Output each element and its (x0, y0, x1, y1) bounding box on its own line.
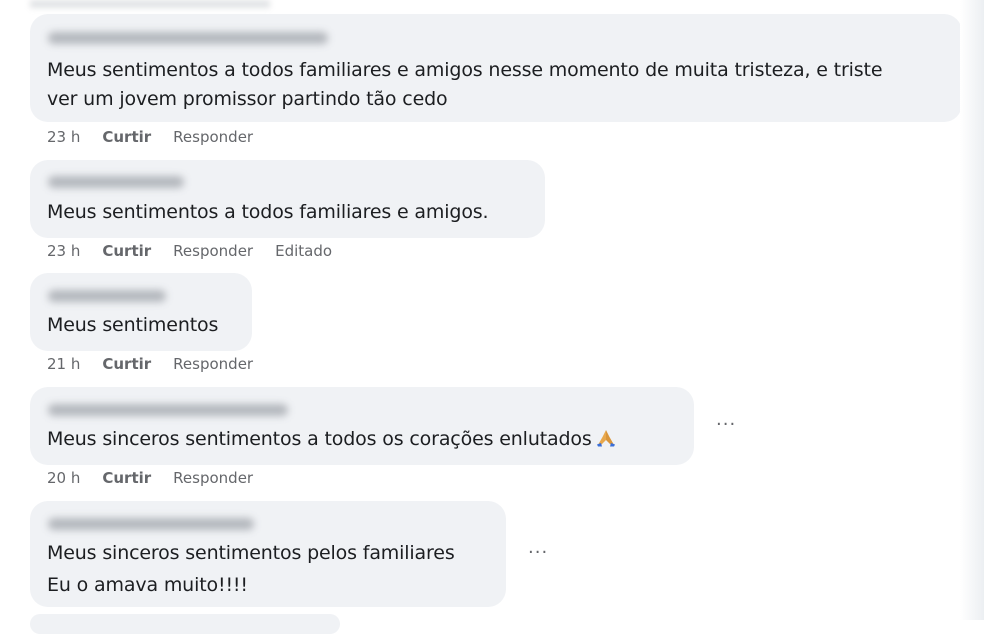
comment-text-line: ver um jovem promissor partindo tão cedo (47, 88, 448, 110)
comment-actions: 23 h Curtir Responder (47, 128, 275, 146)
comment-actions: 21 h Curtir Responder (47, 355, 275, 373)
comment-text-line: Eu o amava muito!!!! (47, 574, 248, 596)
reply-button[interactable]: Responder (173, 355, 253, 373)
like-button[interactable]: Curtir (102, 242, 151, 260)
like-button[interactable]: Curtir (102, 469, 151, 487)
comment-text-line: Meus sinceros sentimentos pelos familiar… (47, 542, 455, 564)
reply-button[interactable]: Responder (173, 242, 253, 260)
edited-label[interactable]: Editado (275, 242, 332, 260)
comment-actions: 20 h Curtir Responder (47, 469, 275, 487)
author-name-blurred[interactable] (48, 518, 254, 530)
more-options-icon[interactable]: ··· (528, 542, 548, 563)
author-name-blurred[interactable] (48, 176, 184, 188)
comment-text: Meus sinceros sentimentos a todos os cor… (47, 428, 592, 450)
comment-text-line: Meus sinceros sentimentos a todos os cor… (47, 425, 616, 453)
like-button[interactable]: Curtir (102, 355, 151, 373)
author-name-blurred[interactable] (48, 290, 166, 302)
timestamp[interactable]: 23 h (47, 128, 80, 146)
reply-button[interactable]: Responder (173, 128, 253, 146)
timestamp[interactable]: 23 h (47, 242, 80, 260)
more-options-icon[interactable]: ··· (716, 414, 736, 435)
reply-button[interactable]: Responder (173, 469, 253, 487)
previous-comment-blurred (30, 0, 270, 8)
timestamp[interactable]: 20 h (47, 469, 80, 487)
author-name-blurred[interactable] (48, 32, 328, 44)
like-button[interactable]: Curtir (102, 128, 151, 146)
comment-text-line: Meus sentimentos a todos familiares e am… (47, 59, 883, 81)
timestamp[interactable]: 21 h (47, 355, 80, 373)
comment-actions: 23 h Curtir Responder Editado (47, 242, 332, 260)
comment-text-line: Meus sentimentos (47, 314, 219, 336)
author-name-blurred[interactable] (48, 404, 288, 416)
page-edge (960, 0, 984, 620)
folded-hands-icon (596, 430, 615, 447)
comment-text-line: Meus sentimentos a todos familiares e am… (47, 201, 489, 223)
next-comment-bubble (30, 614, 340, 634)
